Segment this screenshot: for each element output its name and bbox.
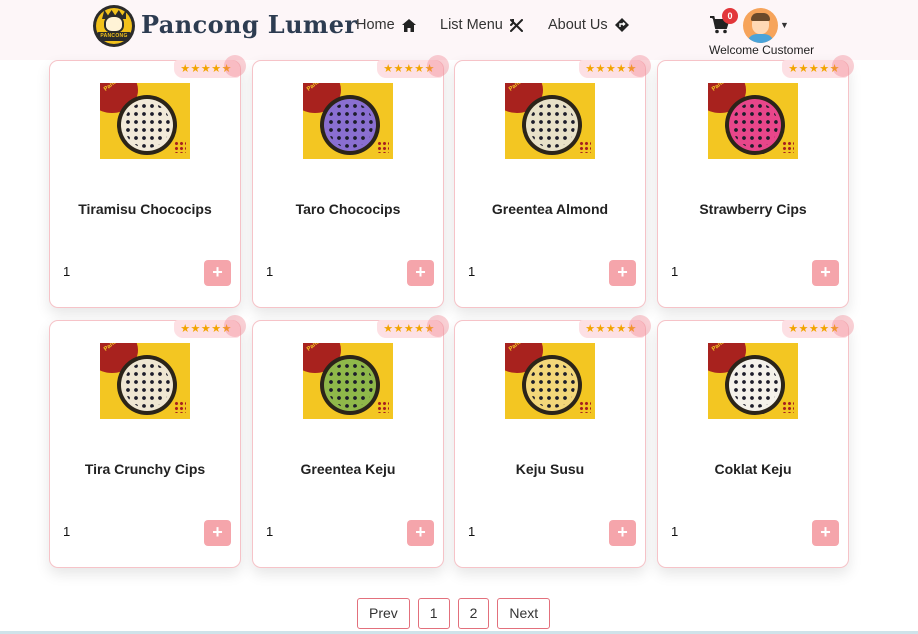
logo-text: PANCONG: [97, 32, 131, 41]
cart-count-badge: 0: [722, 8, 738, 24]
product-name: Taro Chococips: [295, 201, 401, 217]
product-image[interactable]: Pancong Tira Crunchy Cips: [100, 343, 190, 419]
add-to-cart-button[interactable]: +: [609, 520, 636, 546]
directions-icon: [614, 18, 629, 32]
rating-dot: [832, 55, 854, 77]
utensils-icon: [509, 18, 523, 32]
quantity-value[interactable]: 1: [63, 524, 70, 539]
top-navbar: PANCONG Pancong Lumer Home List Menu Abo…: [0, 0, 918, 60]
add-to-cart-button[interactable]: +: [204, 260, 231, 286]
add-to-cart-button[interactable]: +: [609, 260, 636, 286]
rating-dot: [629, 315, 651, 337]
user-avatar[interactable]: [743, 8, 778, 43]
product-name: Tira Crunchy Cips: [84, 461, 206, 477]
page-1-button[interactable]: 1: [417, 598, 450, 629]
product-name: Strawberry Cips: [699, 201, 807, 217]
quantity-value[interactable]: 1: [671, 264, 678, 279]
rating-dot: [224, 315, 246, 337]
product-image[interactable]: Pancong Greentea Almond: [505, 83, 595, 159]
nav-list-menu[interactable]: List Menu: [440, 17, 523, 33]
product-card[interactable]: ★★★★★Pancong Tira Crunchy CipsTira Crunc…: [49, 315, 246, 568]
prev-page-button[interactable]: Prev: [357, 598, 410, 629]
product-card[interactable]: ★★★★★Pancong Tiramisu ChococipsTiramisu …: [49, 55, 246, 308]
brand-name[interactable]: Pancong Lumer: [141, 10, 357, 39]
product-image[interactable]: Pancong Taro Chococips: [303, 83, 393, 159]
brand-logo[interactable]: PANCONG: [93, 5, 135, 47]
quantity-value[interactable]: 1: [468, 264, 475, 279]
product-name: Greentea Keju: [300, 461, 396, 477]
product-image[interactable]: Pancong Strawberry Cips: [708, 83, 798, 159]
next-page-button[interactable]: Next: [497, 598, 551, 629]
nav-home[interactable]: Home: [356, 17, 416, 33]
quantity-value[interactable]: 1: [266, 264, 273, 279]
quantity-value[interactable]: 1: [63, 264, 70, 279]
product-image[interactable]: Pancong Keju Susu: [505, 343, 595, 419]
product-card[interactable]: ★★★★★Pancong Greentea AlmondGreentea Alm…: [454, 55, 651, 308]
nav-about-us[interactable]: About Us: [548, 17, 629, 33]
add-to-cart-button[interactable]: +: [812, 260, 839, 286]
rating-dot: [427, 315, 449, 337]
chevron-down-icon[interactable]: ▼: [780, 20, 789, 30]
product-name: Greentea Almond: [491, 201, 609, 217]
product-image[interactable]: Pancong Tiramisu Chococips: [100, 83, 190, 159]
page-2-button[interactable]: 2: [457, 598, 490, 629]
nav-home-label: Home: [356, 17, 395, 33]
rating-dot: [832, 315, 854, 337]
product-card[interactable]: ★★★★★Pancong Coklat KejuCoklat Keju1+: [657, 315, 854, 568]
quantity-value[interactable]: 1: [671, 524, 678, 539]
product-card[interactable]: ★★★★★Pancong Greentea KejuGreentea Keju1…: [252, 315, 449, 568]
rating-dot: [224, 55, 246, 77]
product-image[interactable]: Pancong Coklat Keju: [708, 343, 798, 419]
nav-about-us-label: About Us: [548, 17, 608, 33]
rating-dot: [427, 55, 449, 77]
add-to-cart-button[interactable]: +: [204, 520, 231, 546]
product-card[interactable]: ★★★★★Pancong Taro ChococipsTaro Chococip…: [252, 55, 449, 308]
welcome-text: Welcome Customer: [709, 43, 815, 57]
home-icon: [401, 18, 416, 32]
quantity-value[interactable]: 1: [266, 524, 273, 539]
product-name: Tiramisu Chococips: [78, 201, 212, 217]
product-name: Keju Susu: [515, 461, 585, 477]
product-card[interactable]: ★★★★★Pancong Keju SusuKeju Susu1+: [454, 315, 651, 568]
product-name: Coklat Keju: [714, 461, 792, 477]
add-to-cart-button[interactable]: +: [812, 520, 839, 546]
nav-list-menu-label: List Menu: [440, 17, 503, 33]
add-to-cart-button[interactable]: +: [407, 520, 434, 546]
pagination: Prev 1 2 Next: [357, 598, 551, 629]
quantity-value[interactable]: 1: [468, 524, 475, 539]
product-image[interactable]: Pancong Greentea Keju: [303, 343, 393, 419]
add-to-cart-button[interactable]: +: [407, 260, 434, 286]
rating-dot: [629, 55, 651, 77]
product-card[interactable]: ★★★★★Pancong Strawberry CipsStrawberry C…: [657, 55, 854, 308]
